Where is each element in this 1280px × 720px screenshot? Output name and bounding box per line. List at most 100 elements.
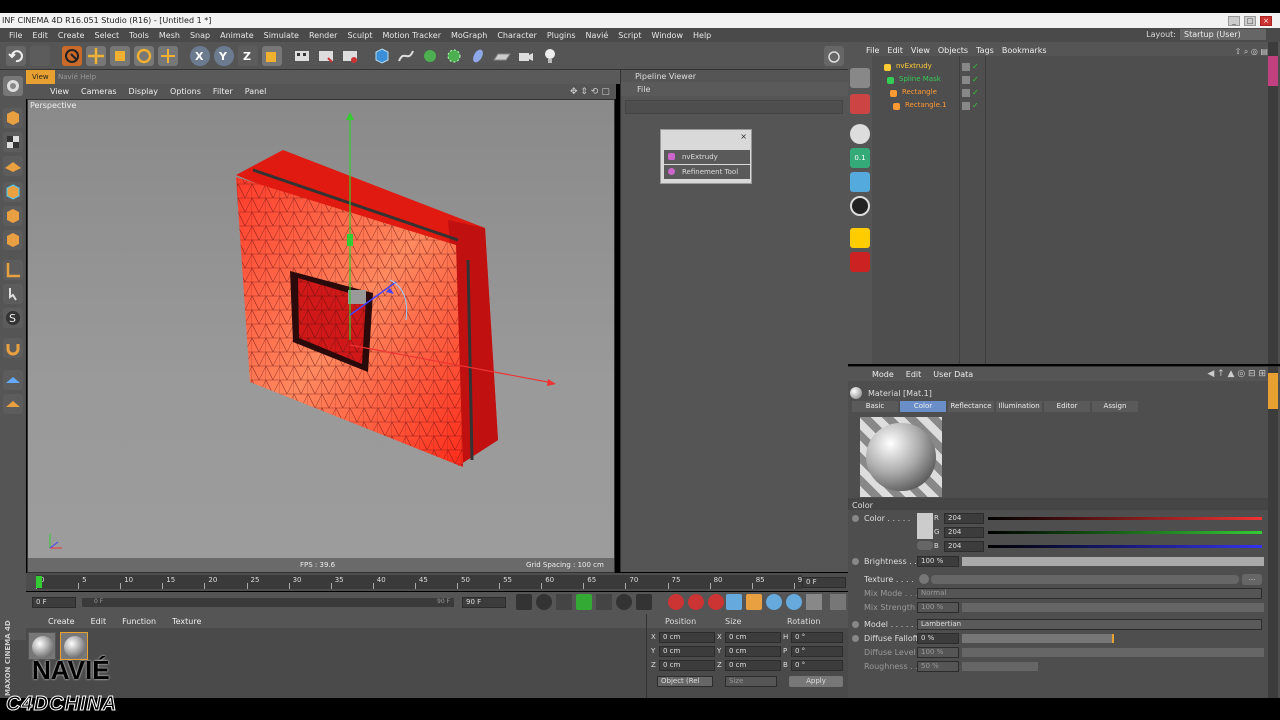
menu-item[interactable]: Edit bbox=[27, 31, 53, 40]
color-swatch[interactable] bbox=[917, 513, 933, 539]
next-key-icon[interactable] bbox=[616, 594, 632, 610]
object-menu-item[interactable]: Objects bbox=[934, 46, 972, 55]
menu-item[interactable]: Sculpt bbox=[342, 31, 377, 40]
rgb-value-field[interactable]: 204 bbox=[944, 541, 984, 552]
coord-mode-dropdown[interactable]: Object (Rel bbox=[657, 676, 713, 687]
render-view-icon[interactable] bbox=[292, 46, 312, 66]
3d-viewport[interactable] bbox=[27, 99, 615, 573]
viewport-menu-item[interactable]: Filter bbox=[207, 87, 239, 96]
position-field[interactable]: 0 cm bbox=[659, 632, 715, 643]
texture-mode-icon[interactable] bbox=[3, 132, 23, 152]
texture-arrow-icon[interactable] bbox=[919, 574, 929, 584]
attribute-menu-item[interactable]: User Data bbox=[927, 370, 979, 379]
position-field[interactable]: 0 cm bbox=[659, 646, 715, 657]
brightness-slider[interactable] bbox=[962, 557, 1264, 566]
viewport-nav-icons[interactable]: ✥ ⇕ ⟲ ▢ bbox=[570, 87, 610, 97]
z-axis-lock-icon[interactable]: Z bbox=[238, 46, 258, 66]
menu-item[interactable]: File bbox=[4, 31, 27, 40]
value-tool-icon[interactable]: 0.1 bbox=[850, 148, 870, 168]
keyframe-selection-icon[interactable] bbox=[708, 594, 724, 610]
object-row[interactable]: Spline Mask ✓ bbox=[878, 75, 1278, 87]
layout-dropdown[interactable]: Startup (User) bbox=[1180, 29, 1266, 40]
side-tab-objects[interactable] bbox=[1268, 56, 1278, 86]
tweak-mode-icon[interactable] bbox=[3, 284, 23, 304]
cube-object-icon[interactable] bbox=[372, 46, 392, 66]
menu-item[interactable]: Motion Tracker bbox=[377, 31, 446, 40]
key-rotation-icon[interactable] bbox=[766, 594, 782, 610]
workplane-mode-icon[interactable] bbox=[3, 156, 23, 176]
pipeline-menu-file[interactable]: File bbox=[637, 85, 650, 94]
spline-pen-icon[interactable] bbox=[396, 46, 416, 66]
edges-mode-icon[interactable] bbox=[3, 206, 23, 226]
attr-tab[interactable]: Editor bbox=[1044, 401, 1090, 412]
mix-strength-field[interactable]: 100 % bbox=[917, 602, 959, 613]
go-to-start-icon[interactable] bbox=[516, 594, 532, 610]
menu-item[interactable]: Animate bbox=[215, 31, 259, 40]
visibility-icon[interactable] bbox=[962, 102, 970, 110]
grid-icon[interactable] bbox=[3, 394, 23, 414]
y-axis-lock-icon[interactable]: Y bbox=[214, 46, 234, 66]
workplane-lock-icon[interactable] bbox=[3, 370, 23, 390]
attr-tab[interactable]: Basic bbox=[852, 401, 898, 412]
enabled-check-icon[interactable]: ✓ bbox=[972, 62, 979, 71]
redo-icon[interactable] bbox=[30, 46, 50, 66]
attr-tab[interactable]: Reflectance bbox=[948, 401, 994, 412]
key-position-icon[interactable] bbox=[726, 594, 742, 610]
texture-more-button[interactable]: ... bbox=[1242, 574, 1262, 585]
menu-item[interactable]: Mesh bbox=[154, 31, 185, 40]
deformer-icon[interactable] bbox=[468, 46, 488, 66]
brightness-field[interactable]: 100 % bbox=[917, 556, 959, 567]
sphere-tool-icon[interactable] bbox=[850, 124, 870, 144]
next-frame-icon[interactable] bbox=[596, 594, 612, 610]
tab-navie-help[interactable]: Navié Help bbox=[52, 70, 102, 84]
object-menu-item[interactable]: Bookmarks bbox=[998, 46, 1051, 55]
tab-view[interactable]: View bbox=[26, 70, 55, 84]
rgb-slider[interactable] bbox=[988, 545, 1262, 548]
record-icon[interactable] bbox=[668, 594, 684, 610]
rgb-value-field[interactable]: 204 bbox=[944, 513, 984, 524]
size-field[interactable]: 0 cm bbox=[725, 646, 781, 657]
menu-item[interactable]: Navié bbox=[580, 31, 613, 40]
diffuse-level-field[interactable]: 100 % bbox=[917, 647, 959, 658]
rotation-field[interactable]: 0 ° bbox=[791, 646, 843, 657]
popup-item-refinement[interactable]: Refinement Tool bbox=[664, 165, 750, 179]
object-row[interactable]: Rectangle ✓ bbox=[878, 88, 1278, 100]
terrain-tool-icon[interactable] bbox=[850, 172, 870, 192]
menu-item[interactable]: Render bbox=[304, 31, 342, 40]
model-mode-icon[interactable] bbox=[3, 108, 23, 128]
fan-tool-icon[interactable] bbox=[850, 228, 870, 248]
render-to-picture-viewer-icon[interactable] bbox=[316, 46, 336, 66]
object-menu-item[interactable]: File bbox=[862, 46, 883, 55]
mix-mode-dropdown[interactable]: Normal bbox=[917, 588, 1262, 599]
floor-icon[interactable] bbox=[492, 46, 512, 66]
object-menu-item[interactable]: View bbox=[907, 46, 934, 55]
timeline[interactable]: 051015202530354045505560657075808590 0 F bbox=[26, 573, 848, 591]
interactive-render-icon[interactable] bbox=[824, 46, 844, 66]
material-menu-item[interactable]: Texture bbox=[164, 617, 209, 626]
scale-tool-icon[interactable] bbox=[110, 46, 130, 66]
attr-tab[interactable]: Illumination bbox=[996, 401, 1042, 412]
select-tool-icon[interactable] bbox=[62, 46, 82, 66]
diffuse-falloff-slider[interactable] bbox=[962, 634, 1114, 643]
model-dropdown[interactable]: Lambertian bbox=[917, 619, 1262, 630]
size-field[interactable]: 0 cm bbox=[725, 632, 781, 643]
make-editable-icon[interactable] bbox=[3, 76, 23, 96]
snap-icon[interactable]: S bbox=[3, 308, 23, 328]
attribute-menu-item[interactable]: Mode bbox=[866, 370, 900, 379]
diffuse-level-slider[interactable] bbox=[962, 648, 1264, 657]
size-mode-dropdown[interactable]: Size bbox=[725, 676, 777, 687]
attr-tab[interactable]: Color bbox=[900, 401, 946, 412]
magnet-icon[interactable] bbox=[3, 338, 23, 358]
noise-tool-icon[interactable] bbox=[850, 252, 870, 272]
playhead[interactable] bbox=[36, 576, 42, 588]
menu-item[interactable]: Tools bbox=[124, 31, 154, 40]
material-menu-item[interactable]: Function bbox=[114, 617, 164, 626]
prev-frame-icon[interactable] bbox=[556, 594, 572, 610]
viewport-menu-item[interactable]: Panel bbox=[239, 87, 273, 96]
array-icon[interactable] bbox=[444, 46, 464, 66]
menu-item[interactable]: Select bbox=[89, 31, 124, 40]
end-frame-field[interactable]: 90 F bbox=[462, 597, 506, 608]
object-menu-item[interactable]: Tags bbox=[972, 46, 998, 55]
material-menu-item[interactable]: Create bbox=[40, 617, 83, 626]
polygons-mode-icon[interactable] bbox=[3, 230, 23, 250]
